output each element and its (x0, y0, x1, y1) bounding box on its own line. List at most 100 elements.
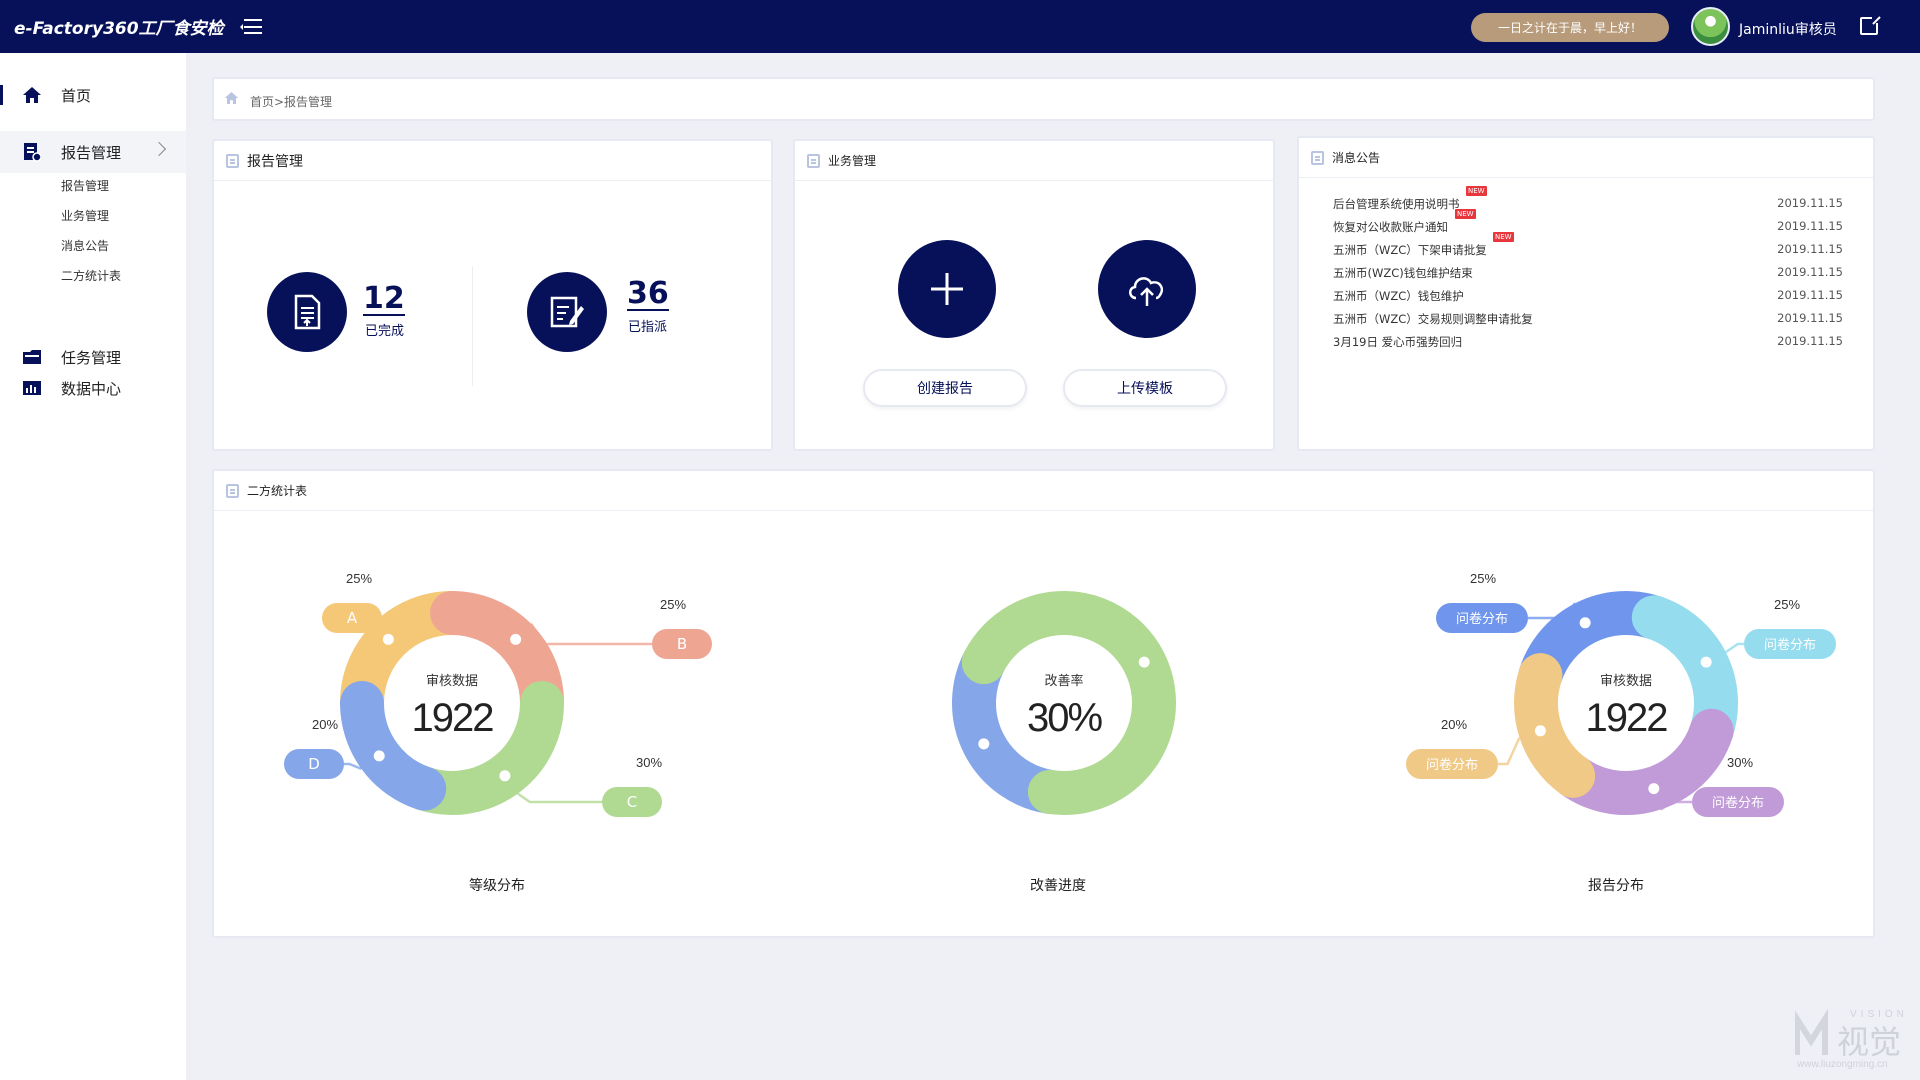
new-badge: NEW (1466, 186, 1487, 196)
upload-cloud-icon[interactable] (1098, 240, 1196, 338)
sidebar-subitem-stats[interactable]: 二方统计表 (61, 267, 121, 284)
news-title: 五洲币（WZC）下架申请批复 (1333, 243, 1487, 257)
slice-percent-label: 20% (1441, 717, 1467, 732)
slice-percent-label: 30% (636, 755, 662, 770)
data-center-icon (22, 378, 42, 398)
slice-dot (1534, 725, 1546, 737)
slice-dot (978, 738, 990, 750)
leader-line (1498, 737, 1521, 766)
greeting-badge: 一日之计在于晨，早上好！ (1471, 13, 1669, 42)
report-management-card: 报告管理 12 已完成 36 已指派 (212, 139, 773, 451)
breadcrumb: 首页>报告管理 (212, 77, 1875, 121)
create-report-icon[interactable] (898, 240, 996, 338)
slice-name-label: D (308, 755, 320, 773)
sidebar-item-label: 首页 (61, 86, 92, 105)
news-item[interactable]: 五洲币（WZC）钱包维护 2019.11.15 (1333, 288, 1843, 308)
slice-percent-label: 25% (1470, 571, 1496, 586)
news-item[interactable]: 3月19日 爱心币强势回归 2019.11.15 (1333, 334, 1843, 354)
chevron-right-icon (151, 141, 167, 157)
card-title: 二方统计表 (247, 484, 308, 498)
assigned-label: 已指派 (628, 320, 668, 335)
news-item[interactable]: 五洲币(WZC)钱包维护结束 2019.11.15 (1333, 265, 1843, 285)
sidebar-subitem-news[interactable]: 消息公告 (61, 237, 109, 254)
news-item[interactable]: 后台管理系统使用说明书 NEW 2019.11.15 (1333, 186, 1843, 216)
slice-dot (1138, 656, 1150, 668)
breadcrumb-text[interactable]: 首页>报告管理 (250, 93, 332, 110)
watermark-line2: 视觉 (1837, 1023, 1901, 1061)
news-icon (1311, 150, 1324, 165)
slice-dot (373, 750, 385, 762)
slice-dot (1700, 656, 1712, 668)
card-title: 业务管理 (828, 154, 877, 168)
watermark: VISION 视觉 www.liuzongming.cn (1794, 1005, 1920, 1074)
business-icon (807, 153, 820, 168)
sidebar-item-label: 报告管理 (61, 143, 122, 162)
leader-line (530, 623, 652, 646)
news-title: 后台管理系统使用说明书 (1333, 197, 1460, 211)
news-title: 恢复对公收款账户通知 (1333, 220, 1448, 234)
sidebar-subitem-business[interactable]: 业务管理 (61, 207, 109, 224)
center-label: 改善率 (1044, 673, 1083, 689)
sidebar-item-label: 任务管理 (61, 348, 122, 367)
slice-name-label: 问卷分布 (1426, 757, 1478, 773)
create-report-button[interactable]: 创建报告 (863, 369, 1027, 407)
card-header: 业务管理 (795, 141, 1273, 181)
slice-percent-label: 25% (346, 571, 372, 586)
divider (472, 266, 473, 386)
avatar[interactable] (1691, 7, 1730, 46)
news-item[interactable]: 五洲币（WZC）下架申请批复 NEW 2019.11.15 (1333, 232, 1843, 262)
leader-line (1725, 642, 1744, 654)
completed-label: 已完成 (365, 324, 405, 339)
new-badge: NEW (1493, 232, 1514, 242)
assigned-icon (527, 272, 607, 352)
slice-dot (510, 633, 522, 645)
watermark-line1: VISION (1850, 1009, 1908, 1020)
top-header: e-Factory360工厂食安检 一日之计在于晨，早上好！ Jaminliu审… (0, 0, 1920, 53)
news-item[interactable]: 五洲币（WZC）交易规则调整申请批复 2019.11.15 (1333, 311, 1843, 331)
news-title: 五洲币（WZC）钱包维护 (1333, 289, 1464, 303)
news-date: 2019.11.15 (1777, 288, 1843, 302)
sidebar-item-data-center[interactable]: 数据中心 (0, 370, 186, 406)
home-icon[interactable] (224, 91, 239, 109)
app-logo[interactable]: e-Factory360工厂食安检 (14, 14, 224, 39)
menu-toggle-icon[interactable] (239, 18, 262, 35)
upload-template-button[interactable]: 上传模板 (1063, 369, 1227, 407)
leader-line (517, 792, 602, 804)
news-item[interactable]: 恢复对公收款账户通知 NEW 2019.11.15 (1333, 209, 1843, 239)
slice-name-label: 问卷分布 (1712, 795, 1764, 811)
report-icon (22, 142, 42, 162)
news-date: 2019.11.15 (1777, 219, 1843, 233)
news-date: 2019.11.15 (1777, 265, 1843, 279)
slice-percent-label: 30% (1727, 755, 1753, 770)
completed-count: 12 (363, 281, 405, 316)
sidebar-item-home[interactable]: 首页 (0, 77, 186, 113)
news-date: 2019.11.15 (1777, 311, 1843, 325)
center-value: 1922 (412, 696, 494, 740)
business-management-card: 业务管理 创建报告 上传模板 (793, 139, 1275, 451)
slice-name-label: A (347, 609, 358, 627)
news-title: 五洲币（WZC）交易规则调整申请批复 (1333, 312, 1533, 326)
sidebar-item-report[interactable]: 报告管理 (0, 131, 186, 173)
slice-percent-label: 20% (312, 717, 338, 732)
stats-card: 二方统计表 A 25% B 25% C 30% D 20% 审核数据 1922 改善率 30% 问卷分布… (212, 469, 1875, 938)
news-title: 五洲币(WZC)钱包维护结束 (1333, 266, 1473, 280)
logout-icon[interactable] (1860, 14, 1881, 35)
card-header: 报告管理 (214, 141, 771, 181)
slice-dot (382, 633, 394, 645)
chart-caption-report: 报告分布 (1588, 878, 1644, 894)
sidebar-item-label: 数据中心 (61, 379, 122, 398)
slice-dot (1648, 783, 1660, 795)
center-value: 1922 (1586, 696, 1668, 740)
username[interactable]: Jaminliu审核员 (1739, 19, 1837, 39)
slice-name-label: 问卷分布 (1456, 611, 1508, 627)
donut-slice (1551, 708, 1734, 815)
new-badge: NEW (1455, 209, 1476, 219)
chart-caption-progress: 改善进度 (1030, 878, 1086, 894)
news-title: 3月19日 爱心币强势回归 (1333, 335, 1463, 349)
sidebar-subitem-report[interactable]: 报告管理 (61, 177, 109, 194)
slice-dot (499, 770, 511, 782)
slice-dot (1579, 617, 1591, 629)
center-value: 30% (1027, 696, 1102, 740)
slice-percent-label: 25% (1774, 597, 1800, 612)
center-label: 审核数据 (426, 674, 478, 689)
